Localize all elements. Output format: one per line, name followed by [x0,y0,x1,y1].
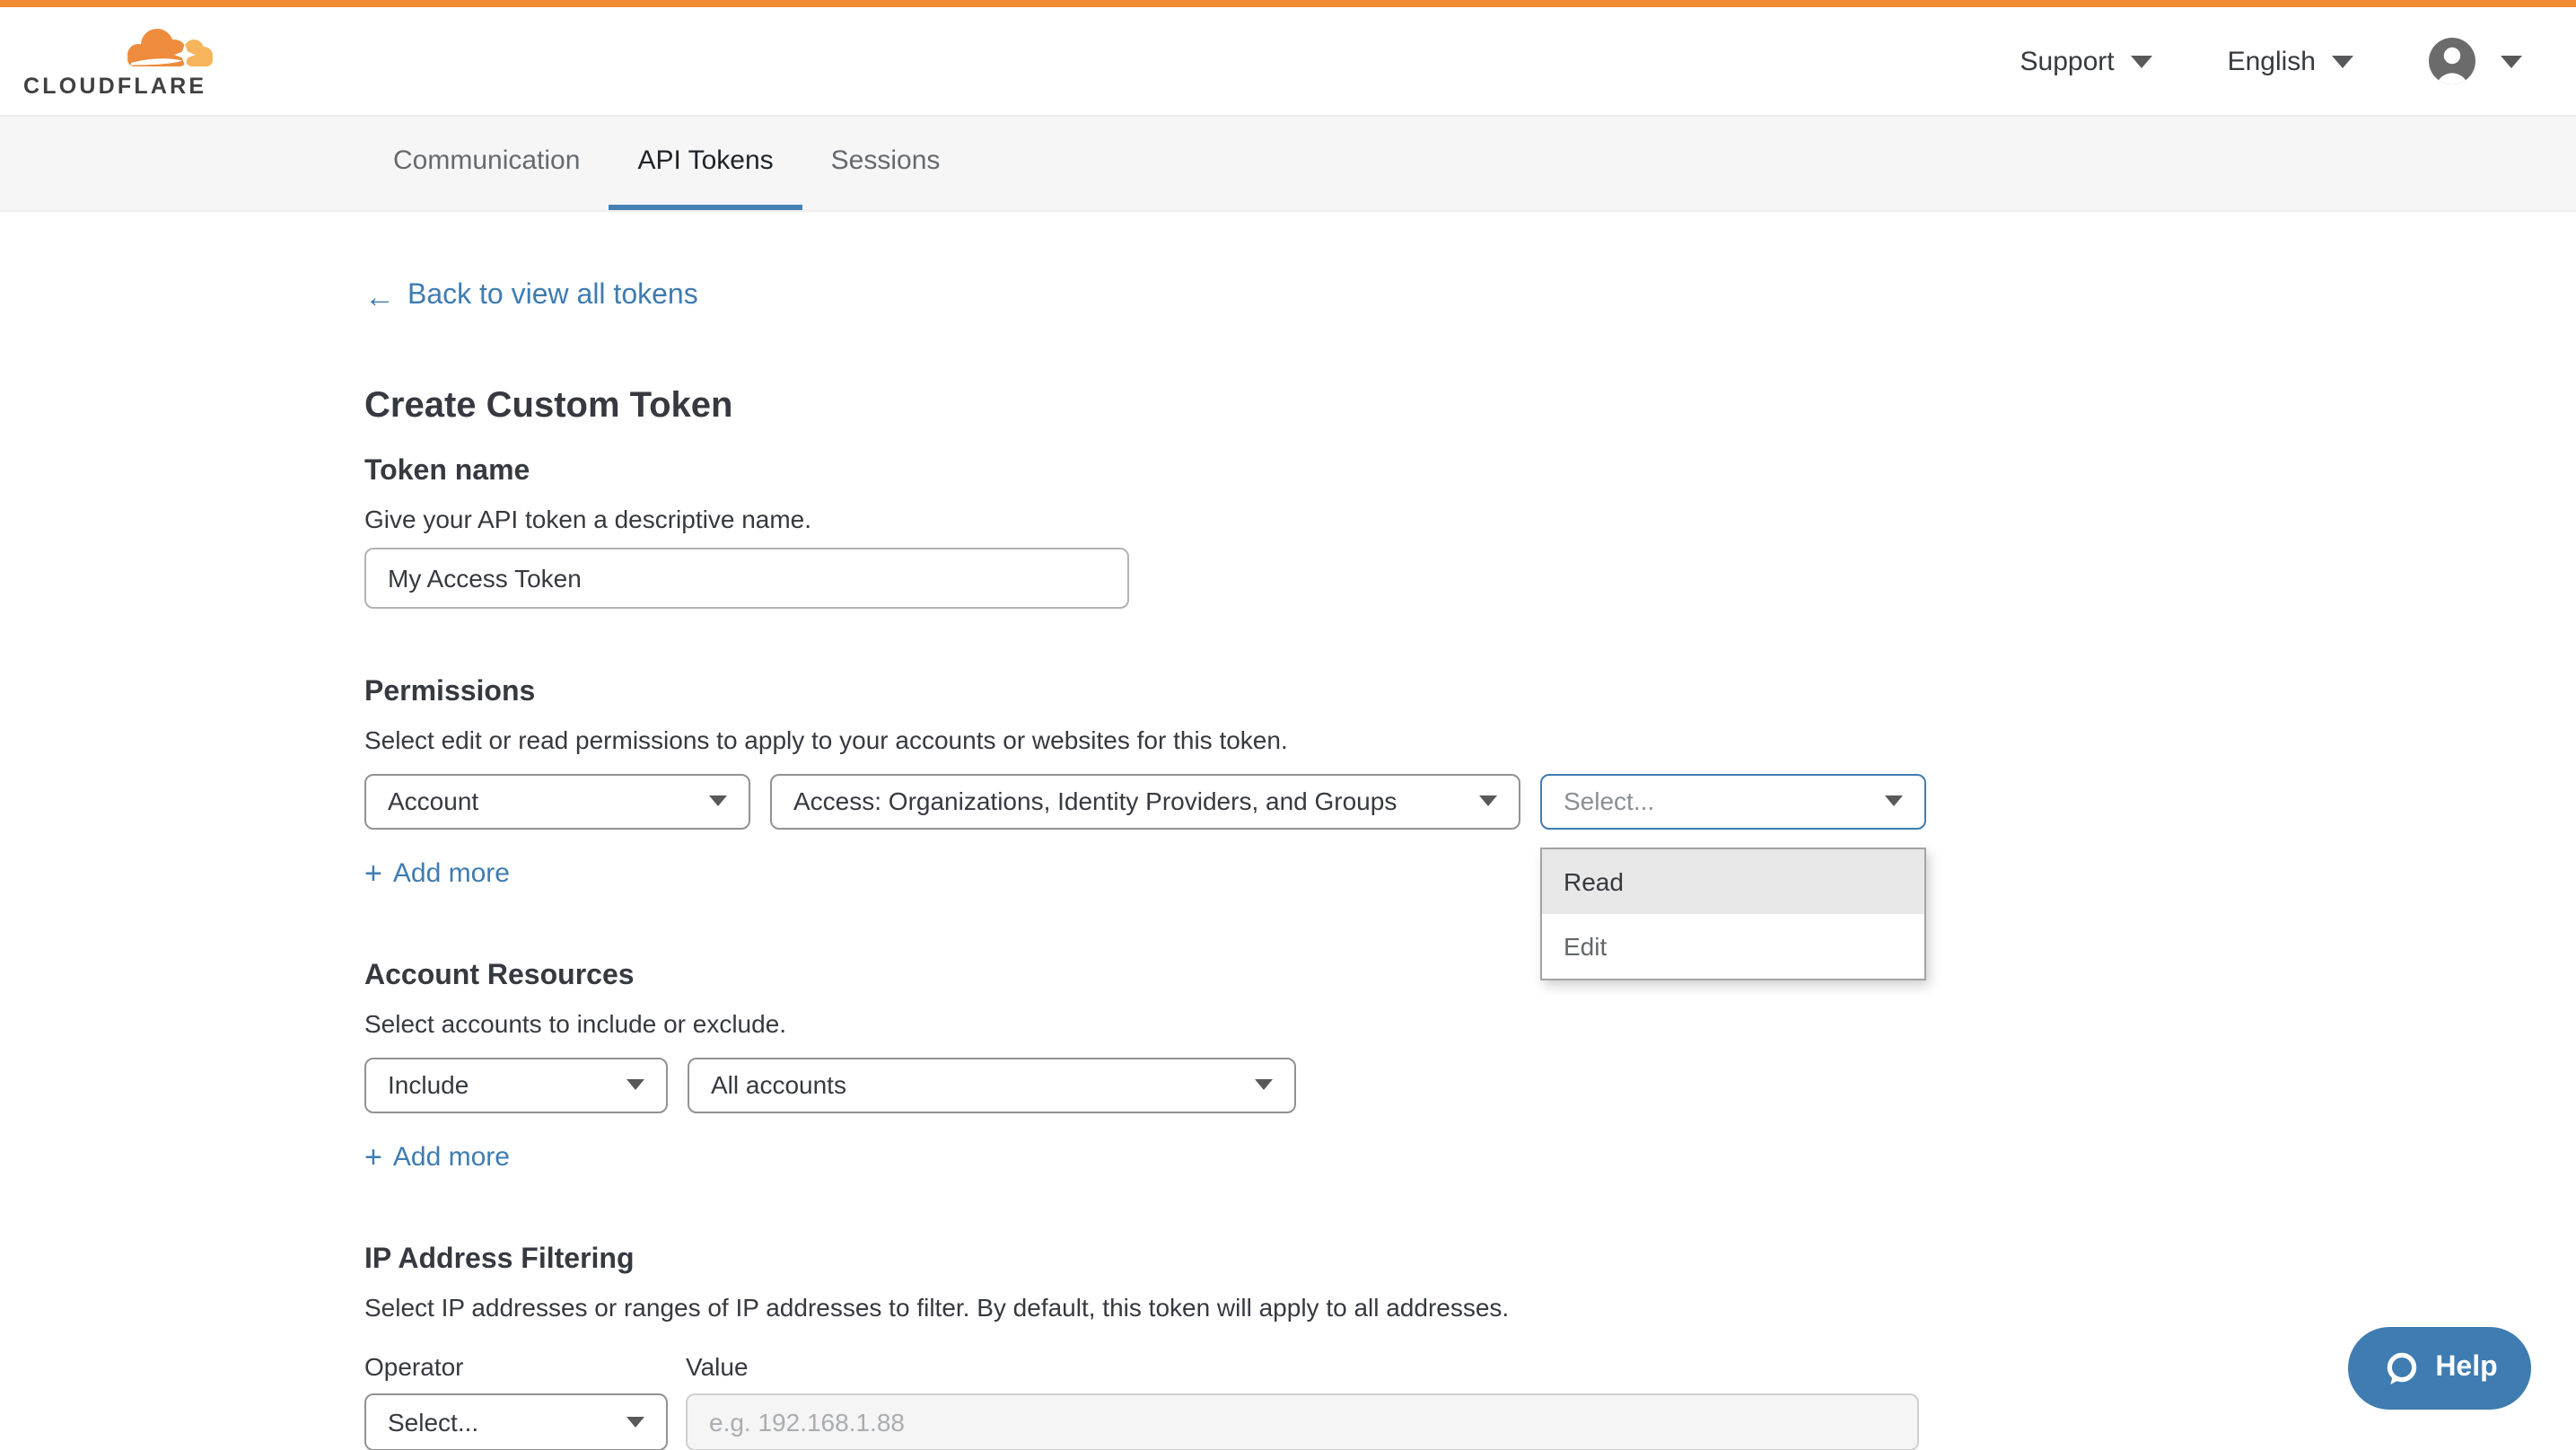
plus-icon: + [364,1141,382,1172]
ip-filtering-section: IP Address Filtering Select IP addresses… [364,1242,2576,1450]
tab-api-tokens[interactable]: API Tokens [609,117,802,210]
cloudflare-logo[interactable]: CLOUDFLARE [23,24,214,98]
value-label: Value [686,1351,1919,1382]
access-level-select-wrap: Select... Read Edit [1540,773,1926,829]
plus-icon: + [364,857,382,888]
value-column: Value [686,1351,1919,1450]
token-name-heading: Token name [364,453,2576,489]
add-more-label: Add more [393,1141,510,1172]
permissions-section: Permissions Select edit or read permissi… [364,674,2576,892]
permissions-add-more-link[interactable]: + Add more [364,857,510,888]
account-resources-description: Select accounts to include or exclude. [364,1008,2576,1039]
account-resources-select-row: Include All accounts [364,1057,2576,1112]
permission-scope-value: Account [388,787,478,815]
support-menu[interactable]: Support [2020,46,2152,76]
user-avatar-icon [2429,38,2475,84]
chevron-down-icon [626,1079,644,1090]
main-content: ← Back to view all tokens Create Custom … [0,212,2576,1450]
ip-value-input[interactable] [686,1393,1919,1450]
back-to-tokens-link[interactable]: ← Back to view all tokens [364,280,698,312]
profile-tabbar: Communication API Tokens Sessions [0,115,2576,212]
chat-bubble-icon [2381,1349,2419,1387]
permission-group-value: Access: Organizations, Identity Provider… [793,787,1397,815]
account-menu[interactable] [2429,38,2522,84]
cloudflare-dashboard-page: CLOUDFLARE Support English [0,0,2576,1431]
page-title: Create Custom Token [364,383,2576,426]
ip-filter-row: Operator Select... Value [364,1351,2576,1450]
permission-scope-select[interactable]: Account [364,773,750,829]
permission-group-select[interactable]: Access: Organizations, Identity Provider… [770,773,1520,829]
chevron-down-icon [2131,55,2152,67]
access-level-value: Select... [1564,787,1654,815]
account-resources-section: Account Resources Select accounts to inc… [364,958,2576,1175]
operator-value: Select... [388,1407,478,1436]
back-link-label: Back to view all tokens [407,280,698,312]
chevron-down-icon [2332,55,2353,67]
support-label: Support [2020,46,2115,76]
language-label: English [2228,46,2316,76]
header: CLOUDFLARE Support English [0,7,2576,115]
access-level-select[interactable]: Select... [1540,773,1926,829]
ip-filtering-heading: IP Address Filtering [364,1242,2576,1278]
permissions-description: Select edit or read permissions to apply… [364,725,2576,755]
permissions-heading: Permissions [364,674,2576,710]
cloudflare-wordmark: CLOUDFLARE [23,73,214,98]
accounts-select[interactable]: All accounts [688,1057,1296,1112]
operator-column: Operator Select... [364,1351,668,1450]
token-name-input[interactable] [364,547,1129,608]
operator-label: Operator [364,1351,668,1382]
tab-communication[interactable]: Communication [364,117,609,210]
header-nav: Support English [2020,38,2523,84]
chevron-down-icon [709,795,727,806]
accounts-value: All accounts [711,1070,846,1099]
help-label: Help [2435,1352,2497,1384]
account-resources-add-more-link[interactable]: + Add more [364,1141,510,1172]
brand-top-strip [0,0,2576,7]
menu-option-read[interactable]: Read [1542,848,1924,913]
chevron-down-icon [1255,1079,1273,1090]
chevron-down-icon [626,1416,644,1427]
language-menu[interactable]: English [2228,46,2353,76]
ip-filtering-description: Select IP addresses or ranges of IP addr… [364,1292,2576,1323]
operator-select[interactable]: Select... [364,1393,668,1450]
cloudflare-cloud-icon [120,24,214,71]
token-name-description: Give your API token a descriptive name. [364,504,2576,534]
include-exclude-value: Include [388,1070,469,1099]
menu-option-edit[interactable]: Edit [1542,913,1924,978]
tab-sessions[interactable]: Sessions [802,117,969,210]
account-resources-heading: Account Resources [364,958,2576,994]
chevron-down-icon [1479,795,1497,806]
chevron-down-icon [1885,795,1903,806]
access-level-menu: Read Edit [1540,847,1926,980]
add-more-label: Add more [393,857,510,888]
token-name-section: Token name Give your API token a descrip… [364,453,2576,608]
left-arrow-icon: ← [364,281,395,312]
include-exclude-select[interactable]: Include [364,1057,668,1112]
permissions-select-row: Account Access: Organizations, Identity … [364,773,2576,829]
help-button[interactable]: Help [2348,1327,2531,1410]
chevron-down-icon [2501,55,2522,67]
